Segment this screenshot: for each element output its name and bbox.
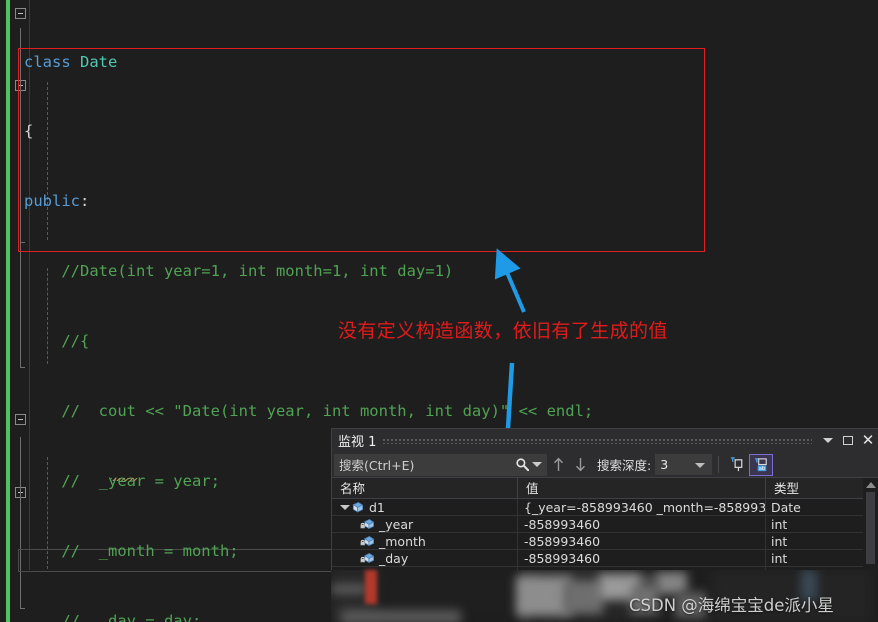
cell-type: int — [771, 550, 788, 566]
table-row[interactable]: _month -858993460 int — [332, 532, 878, 550]
titlebar-grip-dots — [382, 437, 812, 444]
hex-display-button[interactable]: ab — [749, 453, 774, 476]
maximize-icon — [843, 436, 853, 445]
search-input[interactable]: 搜索(Ctrl+E) — [334, 453, 509, 476]
search-depth-select[interactable]: 3 — [655, 454, 713, 475]
cell-name[interactable]: d1 — [332, 498, 518, 516]
search-options-button[interactable] — [509, 453, 547, 476]
table-row[interactable]: _year -858993460 int — [332, 515, 878, 533]
code-line-1: class Date — [24, 52, 118, 71]
toolbar-separator — [718, 456, 720, 473]
cell-value[interactable]: {_year=-858993460 _month=-858993460 _day… — [518, 498, 766, 516]
cell-name[interactable]: _day — [332, 549, 518, 567]
private-field-icon — [360, 535, 376, 548]
cell-value[interactable]: -858993460 — [518, 515, 766, 533]
pin-properties-icon — [730, 456, 743, 471]
table-row[interactable]: _day -858993460 int — [332, 549, 878, 567]
watch-close-button[interactable]: ✕ — [858, 430, 878, 451]
table-row[interactable]: d1 {_year=-858993460 _month=-858993460 _… — [332, 498, 878, 516]
search-placeholder: 搜索(Ctrl+E) — [339, 458, 415, 473]
watch-title: 监视 1 — [338, 435, 377, 450]
redacted-red-marker — [365, 570, 377, 604]
code-line-4: //Date(int year=1, int month=1, int day=… — [24, 262, 454, 281]
close-icon: ✕ — [861, 431, 875, 449]
expander-icon[interactable] — [338, 501, 350, 513]
grid-header-row: 名称 值 类型 — [332, 477, 878, 499]
watch-row-name: _day — [379, 550, 409, 566]
svg-text:ab: ab — [758, 466, 764, 472]
cell-value[interactable]: -858993460 — [518, 549, 766, 567]
chevron-down-icon — [823, 438, 833, 443]
cell-type: int — [771, 516, 788, 532]
identifier-squiggle — [111, 478, 138, 481]
search-depth-label: 搜索深度: — [597, 458, 652, 473]
chevron-down-icon — [695, 463, 706, 468]
watch-grid[interactable]: 名称 值 类型 d1 {_year=-858993460 _month=-858… — [332, 477, 878, 588]
annotation-text: 没有定义构造函数，依旧有了生成的值 — [338, 320, 668, 342]
magnifier-icon — [515, 458, 529, 472]
cell-name[interactable]: _year — [332, 515, 518, 533]
arrow-up-icon — [553, 457, 563, 471]
screenshot-root: class Date { public: //Date(int year=1, … — [0, 0, 878, 622]
object-icon — [350, 501, 366, 514]
private-field-icon — [360, 518, 376, 531]
scrollbar-thumb[interactable] — [866, 492, 875, 564]
watch-dropdown-button[interactable] — [818, 430, 838, 451]
hex-display-icon: ab — [754, 457, 767, 472]
watch-row-name: _month — [379, 533, 426, 549]
cell-type: Date — [771, 499, 801, 515]
search-previous-button[interactable] — [547, 454, 569, 476]
watch-row-name: d1 — [369, 499, 385, 515]
pin-properties-button[interactable] — [725, 454, 749, 476]
cell-name[interactable]: _month — [332, 532, 518, 550]
column-header-type[interactable]: 类型 — [766, 478, 861, 499]
chevron-down-icon — [531, 462, 542, 467]
private-field-icon — [360, 552, 376, 565]
code-line-2: { — [24, 122, 34, 141]
cell-value[interactable]: -858993460 — [518, 532, 766, 550]
cell-type: int — [771, 533, 788, 549]
search-depth-value: 3 — [660, 457, 669, 472]
column-header-name[interactable]: 名称 — [332, 477, 518, 499]
code-line-3: public: — [24, 192, 90, 211]
watch-titlebar[interactable]: 监视 1 ✕ — [332, 429, 878, 452]
code-line-6: // cout << "Date(int year, int month, in… — [24, 402, 594, 421]
arrow-down-icon — [575, 458, 585, 472]
search-next-button[interactable] — [569, 454, 591, 476]
scroll-up-icon[interactable] — [865, 482, 876, 488]
watch-maximize-button[interactable] — [838, 430, 858, 451]
watch-toolbar[interactable]: 搜索(Ctrl+E) 搜索深度: 3 ab — [332, 452, 878, 478]
watch-row-name: _year — [379, 516, 414, 532]
watermark: CSDN @海绵宝宝de派小星 — [629, 596, 834, 615]
column-header-value[interactable]: 值 — [518, 477, 766, 499]
